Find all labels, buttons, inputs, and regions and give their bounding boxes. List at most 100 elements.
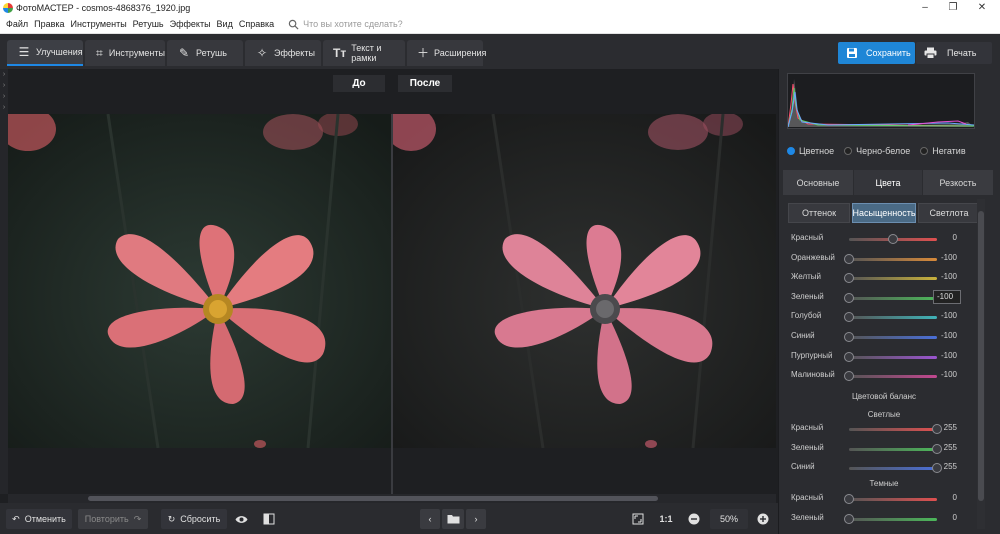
preview-eye-button[interactable] xyxy=(232,509,250,529)
saturation-slider-track[interactable] xyxy=(849,316,937,320)
highlights-heading: Светлые xyxy=(867,410,901,419)
expand-arrow-icon[interactable]: › xyxy=(0,80,8,91)
expand-arrow-icon[interactable]: › xyxy=(0,69,8,80)
dark-slider-track[interactable] xyxy=(849,517,937,521)
mode-negative-label[interactable]: Негатив xyxy=(932,146,965,156)
light-slider-track[interactable] xyxy=(849,447,937,451)
dark-slider-track[interactable] xyxy=(849,498,937,501)
saturation-slider-value: -100 xyxy=(940,350,957,360)
zoom-out-button[interactable] xyxy=(684,509,704,529)
minimize-button[interactable]: – xyxy=(911,0,939,15)
undo-icon: ↶ xyxy=(12,513,20,524)
save-button-label: Сохранить xyxy=(866,48,911,58)
tab-tools[interactable]: ⌗ Инструменты xyxy=(85,40,165,66)
undo-button[interactable]: ↶ Отменить xyxy=(6,509,72,529)
saturation-slider-value[interactable]: -100 xyxy=(933,289,961,304)
menu-search[interactable]: Что вы хотите сделать? xyxy=(288,19,403,30)
magic-wand-icon: ✧ xyxy=(256,46,268,60)
saturation-slider-knob[interactable] xyxy=(844,371,854,382)
next-image-button[interactable]: › xyxy=(466,509,486,529)
saturation-slider-name: Желтый xyxy=(791,272,822,282)
saturation-slider-value: -100 xyxy=(940,272,957,282)
scrollbar-thumb[interactable] xyxy=(88,496,658,501)
tab-effects[interactable]: ✧ Эффекты xyxy=(245,40,321,66)
light-slider-row: Зеленый 255 xyxy=(789,441,979,457)
subtab-saturation[interactable]: Насыщенность xyxy=(852,203,916,223)
saturation-slider-track[interactable] xyxy=(849,277,937,281)
maximize-button[interactable]: ❐ xyxy=(939,0,967,15)
menu-file[interactable]: Файл xyxy=(6,19,28,29)
saturation-slider-row: Оранжевый -100 xyxy=(789,251,979,267)
tab-colors[interactable]: Цвета xyxy=(854,170,922,195)
mode-negative-radio[interactable] xyxy=(920,147,929,155)
panel-scrollbar-thumb[interactable] xyxy=(978,211,984,501)
dark-slider-knob[interactable] xyxy=(844,494,854,504)
saturation-slider-name: Синий xyxy=(791,331,815,340)
expand-arrow-icon[interactable]: › xyxy=(0,91,8,102)
saturation-slider-knob[interactable] xyxy=(844,273,854,284)
compare-view-button[interactable] xyxy=(259,509,279,529)
tab-retouch[interactable]: ✎ Ретушь xyxy=(167,40,243,66)
saturation-slider-track[interactable] xyxy=(849,257,937,261)
saturation-slider-knob[interactable] xyxy=(888,234,898,244)
zoom-in-button[interactable] xyxy=(753,509,773,529)
saturation-slider-track[interactable] xyxy=(849,375,937,379)
dark-slider-row: Зеленый 0 xyxy=(789,511,979,527)
image-canvas[interactable]: До После xyxy=(8,69,776,494)
expand-arrow-icon[interactable]: › xyxy=(0,102,8,113)
folder-icon xyxy=(447,515,459,524)
dark-slider-row: Красный 0 xyxy=(789,491,979,507)
save-button[interactable]: Сохранить xyxy=(838,42,915,64)
menu-help[interactable]: Справка xyxy=(239,19,274,29)
open-folder-button[interactable] xyxy=(442,509,464,529)
dark-slider-name: Зеленый xyxy=(791,512,824,522)
tab-extensions[interactable]: ＋ Расширения xyxy=(407,40,486,66)
tab-enhance[interactable]: ☰ Улучшения xyxy=(7,40,83,66)
saturation-slider-knob[interactable] xyxy=(844,312,854,323)
light-slider-row: Красный 255 xyxy=(789,421,979,437)
mode-bw-radio[interactable] xyxy=(844,147,853,155)
menu-view[interactable]: Вид xyxy=(217,19,233,29)
menu-retouch[interactable]: Ретушь xyxy=(133,19,164,29)
mode-color-label[interactable]: Цветное xyxy=(799,146,834,156)
saturation-slider-track[interactable] xyxy=(849,296,937,300)
saturation-slider-knob[interactable] xyxy=(844,292,854,303)
reset-label: Сбросить xyxy=(180,514,221,524)
reset-button[interactable]: ↻ Сбросить xyxy=(161,509,227,529)
panel-scrollbar[interactable] xyxy=(977,199,985,529)
dark-slider-value: 0 xyxy=(952,512,957,522)
close-button[interactable]: ✕ xyxy=(968,0,996,15)
search-icon xyxy=(288,19,299,30)
subtab-hue[interactable]: Оттенок xyxy=(788,203,850,223)
prev-image-button[interactable]: ‹ xyxy=(420,509,440,529)
subtab-lightness[interactable]: Светлота xyxy=(918,203,980,223)
dark-slider-knob[interactable] xyxy=(844,513,854,524)
zoom-level[interactable]: 50% xyxy=(710,509,748,529)
crop-icon: ⌗ xyxy=(96,46,103,60)
tab-enhance-label: Улучшения xyxy=(36,47,83,57)
menu-edit[interactable]: Правка xyxy=(34,19,64,29)
saturation-slider-knob[interactable] xyxy=(844,332,854,342)
saturation-slider-knob[interactable] xyxy=(844,253,854,264)
light-slider-track[interactable] xyxy=(849,428,937,431)
mode-bw-label[interactable]: Черно-белое xyxy=(856,146,910,156)
menu-effects[interactable]: Эффекты xyxy=(170,19,211,29)
redo-button[interactable]: Повторить ↷ xyxy=(78,509,148,529)
fit-screen-button[interactable] xyxy=(628,509,648,529)
tab-sharpness[interactable]: Резкость xyxy=(923,170,993,195)
saturation-slider-track[interactable] xyxy=(849,355,937,359)
horizontal-scrollbar[interactable] xyxy=(8,494,776,503)
light-slider-name: Красный xyxy=(791,423,824,432)
saturation-slider-track[interactable] xyxy=(849,336,937,339)
print-button[interactable]: Печать xyxy=(916,42,992,64)
actual-size-button[interactable]: 1:1 xyxy=(655,509,677,529)
saturation-slider-name: Оранжевый xyxy=(791,252,835,262)
light-slider-track[interactable] xyxy=(849,467,937,470)
left-collapsed-panel[interactable]: › › › › xyxy=(0,69,8,494)
mode-color-radio[interactable] xyxy=(787,147,795,155)
color-balance-heading: Цветовой баланс xyxy=(852,392,916,401)
tab-text-frames[interactable]: Tт Текст и рамки xyxy=(323,40,405,66)
menu-tools[interactable]: Инструменты xyxy=(71,19,127,29)
saturation-slider-knob[interactable] xyxy=(844,351,854,362)
tab-basic[interactable]: Основные xyxy=(783,170,853,195)
